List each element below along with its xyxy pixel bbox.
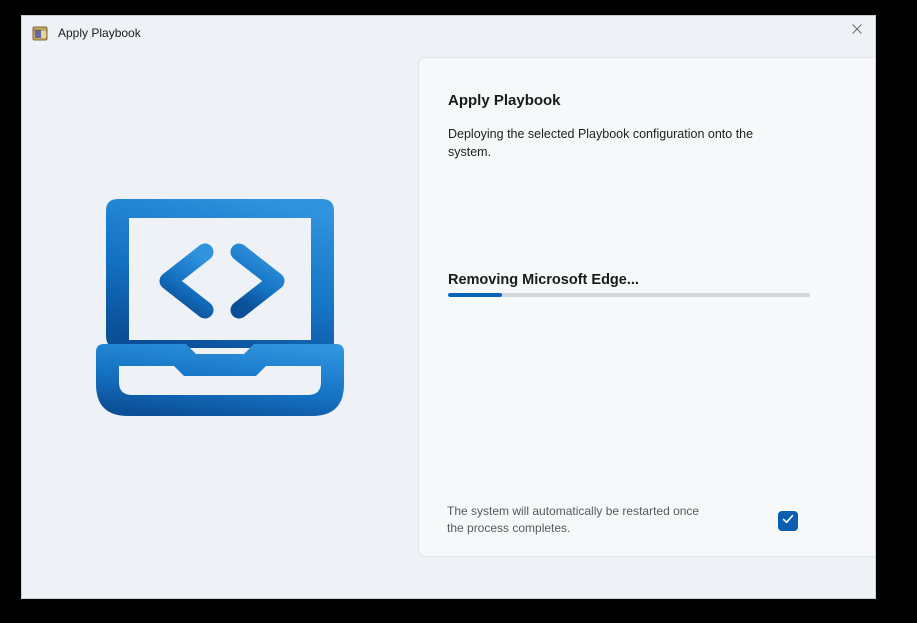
restart-note: The system will automatically be restart… bbox=[447, 504, 700, 535]
close-icon bbox=[851, 22, 863, 40]
progress-bar bbox=[448, 293, 810, 297]
progress-fill bbox=[448, 293, 503, 297]
panel-title: Apply Playbook bbox=[448, 92, 561, 109]
close-button[interactable] bbox=[843, 20, 871, 42]
app-package-icon bbox=[31, 24, 49, 42]
checkmark-icon bbox=[781, 512, 795, 531]
status-text: Removing Microsoft Edge... bbox=[448, 272, 639, 288]
window-title: Apply Playbook bbox=[58, 26, 141, 40]
content-panel: Apply Playbook Deploying the selected Pl… bbox=[418, 57, 875, 557]
title-bar: Apply Playbook bbox=[22, 16, 875, 50]
panel-description: Deploying the selected Playbook configur… bbox=[448, 127, 754, 159]
auto-restart-checkbox[interactable] bbox=[778, 511, 798, 531]
apply-playbook-window: Apply Playbook Apply Playbook Deploying … bbox=[21, 15, 876, 599]
laptop-code-icon bbox=[94, 196, 346, 418]
